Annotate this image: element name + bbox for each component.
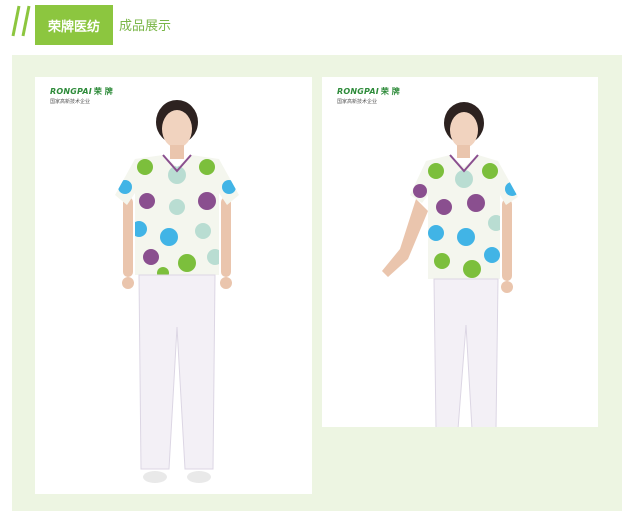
product-photo-front[interactable]: RONGPAI 荣 牌 国家高新技术企业 <box>35 77 312 494</box>
double-slash-icon <box>11 5 31 37</box>
logo-brand-cn: 荣 牌 <box>93 87 113 96</box>
model-angled-icon <box>382 102 518 427</box>
showcase-panel: RONGPAI 荣 牌 国家高新技术企业 RONGPAI 荣 牌 国家高新技术企… <box>12 55 622 511</box>
logo-brand-cn: 荣 牌 <box>380 87 400 96</box>
brand-logo: RONGPAI 荣 牌 国家高新技术企业 <box>50 86 113 105</box>
page-header: 荣牌医纺 成品展示 <box>0 0 634 50</box>
brand-badge: 荣牌医纺 <box>35 5 113 45</box>
logo-brand-text: RONGPAI <box>337 87 379 96</box>
model-front-icon <box>115 100 239 483</box>
logo-brand-text: RONGPAI <box>50 87 92 96</box>
logo-tagline: 国家高新技术企业 <box>50 99 91 105</box>
section-title: 成品展示 <box>119 19 172 34</box>
product-photo-angled[interactable]: RONGPAI 荣 牌 国家高新技术企业 <box>322 77 598 427</box>
